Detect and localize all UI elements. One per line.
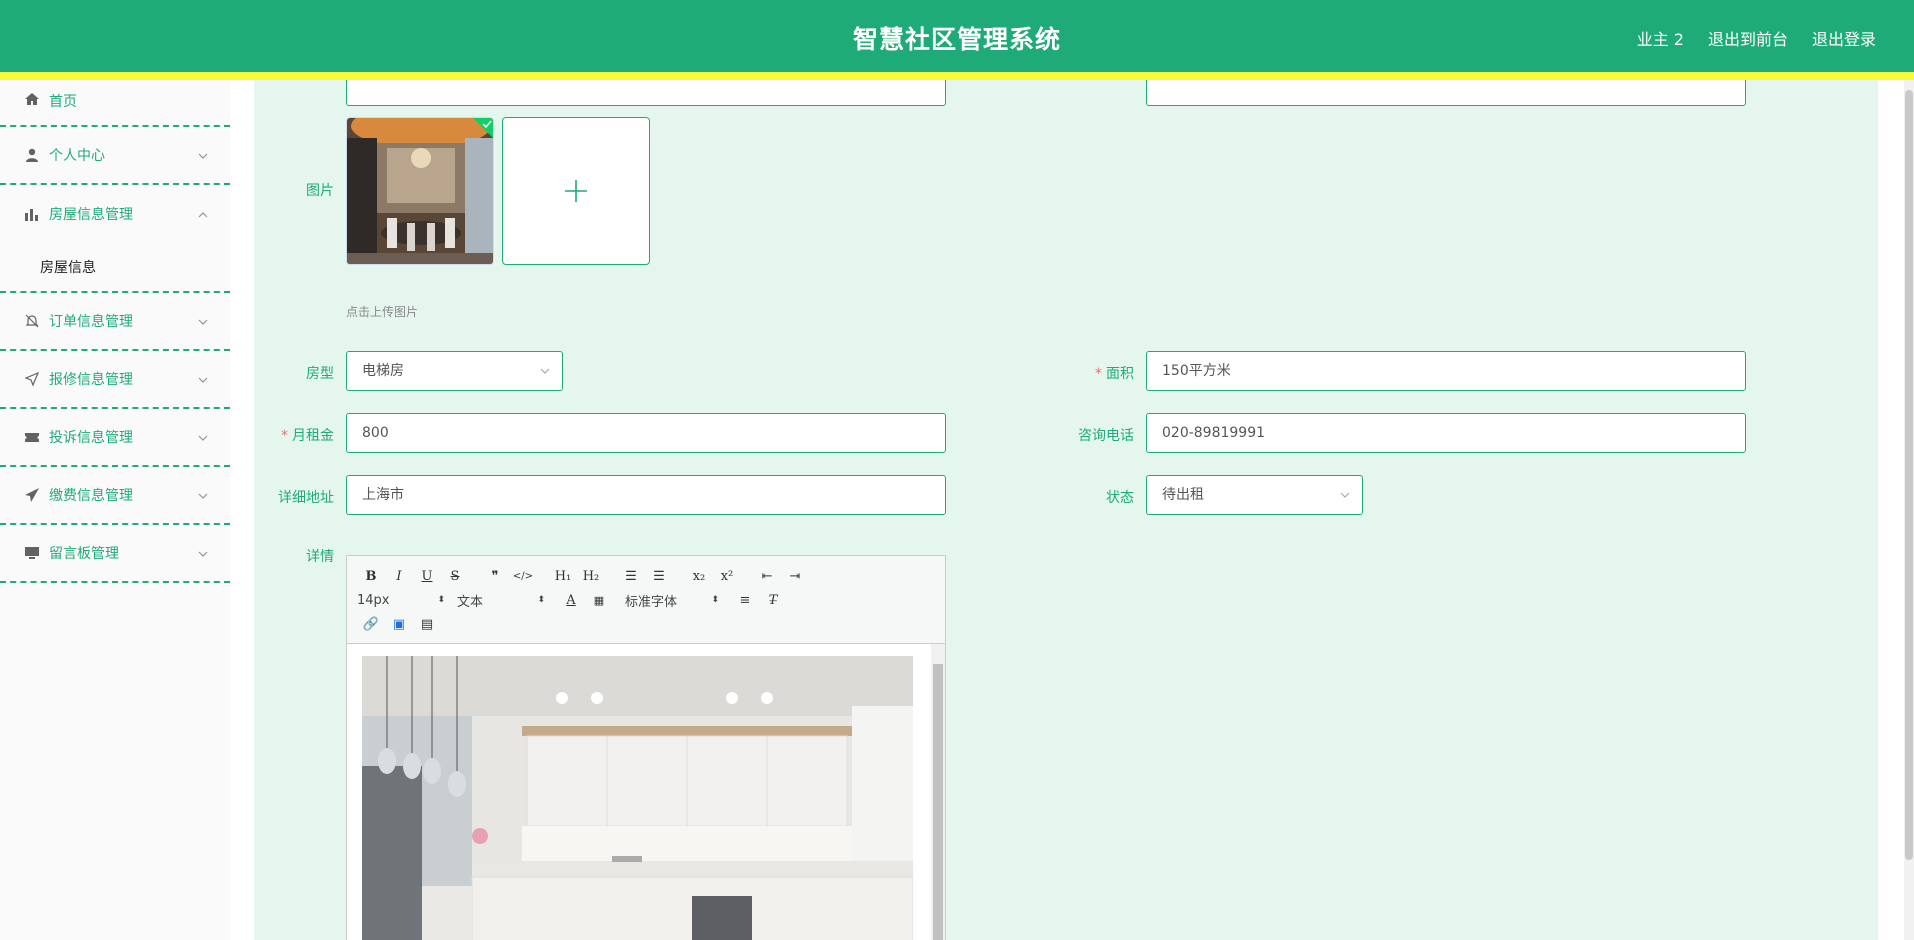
upload-hint: 点击上传图片 xyxy=(346,305,419,319)
current-user[interactable]: 业主 2 xyxy=(1637,26,1684,50)
sidebar-item-messages[interactable]: 留言板管理 xyxy=(0,525,230,583)
sidebar-item-label: 首页 xyxy=(49,94,77,110)
editor-content[interactable] xyxy=(347,644,945,940)
sidebar-item-profile[interactable]: 个人中心 xyxy=(0,127,230,185)
align-icon[interactable]: ≡ xyxy=(731,593,759,608)
paper-plane-icon xyxy=(24,487,40,503)
sidebar-item-complaints[interactable]: 投诉信息管理 xyxy=(0,409,230,467)
header-stripe xyxy=(0,72,1914,80)
font-size-select[interactable]: 14px ⬍ xyxy=(357,593,445,608)
page-scrollbar-thumb[interactable] xyxy=(1905,90,1913,860)
sidebar-item-home[interactable]: 首页 xyxy=(0,80,230,127)
top-header: 智慧社区管理系统 业主 2 退出到前台 退出登录 xyxy=(0,0,1914,72)
subscript-button[interactable]: x₂ xyxy=(685,569,713,584)
bar-chart-icon xyxy=(24,206,40,222)
phone-input[interactable]: 020-89819991 xyxy=(1146,413,1746,453)
sidebar-item-house[interactable]: 房屋信息管理 xyxy=(0,185,230,243)
chevron-down-icon xyxy=(1340,492,1350,498)
rich-text-editor: B I U S ❞ </> H₁ H₂ ☰ ☰ x₂ x² ⇤ ⇥ 14px ⬍… xyxy=(346,555,946,940)
bell-off-icon xyxy=(24,313,40,329)
background-color-icon[interactable]: ▦ xyxy=(585,594,613,607)
code-icon[interactable]: </> xyxy=(509,571,537,582)
sidebar-item-label: 投诉信息管理 xyxy=(49,430,133,446)
ordered-list-icon[interactable]: ☰ xyxy=(617,569,645,584)
sidebar-subitem-house-info[interactable]: 房屋信息 xyxy=(0,243,230,293)
superscript-button[interactable]: x² xyxy=(713,569,741,584)
indent-icon[interactable]: ⇥ xyxy=(781,569,809,584)
editor-toolbar: B I U S ❞ </> H₁ H₂ ☰ ☰ x₂ x² ⇤ ⇥ 14px ⬍… xyxy=(347,556,945,644)
header-links: 业主 2 退出到前台 退出登录 xyxy=(1637,26,1876,50)
chevron-down-icon xyxy=(540,368,550,374)
area-label: * 面积 xyxy=(1095,366,1134,382)
address-input[interactable]: 上海市 xyxy=(346,475,946,515)
strike-button[interactable]: S xyxy=(441,569,469,584)
uploaded-image-thumbnail[interactable] xyxy=(346,117,494,265)
kitchen-image xyxy=(362,656,913,940)
video-icon[interactable]: ▤ xyxy=(413,617,441,632)
page-scrollbar[interactable] xyxy=(1904,80,1914,940)
bold-button[interactable]: B xyxy=(357,569,385,584)
rent-label: * 月租金 xyxy=(281,428,334,444)
logout-link[interactable]: 退出登录 xyxy=(1812,26,1876,50)
home-icon xyxy=(24,91,40,107)
sidebar-item-label: 缴费信息管理 xyxy=(49,488,133,504)
top-right-input[interactable] xyxy=(1146,80,1746,106)
monitor-icon xyxy=(24,545,40,561)
quote-icon[interactable]: ❞ xyxy=(481,569,509,584)
sidebar-item-label: 个人中心 xyxy=(49,148,105,164)
front-page-link[interactable]: 退出到前台 xyxy=(1708,26,1788,50)
rent-input[interactable]: 800 xyxy=(346,413,946,453)
sidebar: 首页 个人中心 房屋信息管理 房屋信息 订单信息管理 报修信息管理 投诉信息管理… xyxy=(0,80,230,940)
house-type-select[interactable]: 电梯房 xyxy=(346,351,563,391)
paragraph-select[interactable]: 文本 ⬍ xyxy=(457,591,545,610)
sidebar-item-label: 订单信息管理 xyxy=(49,314,133,330)
chevron-down-icon xyxy=(198,149,208,159)
chevron-down-icon xyxy=(198,489,208,499)
font-family-select[interactable]: 标准字体 ⬍ xyxy=(625,591,719,610)
house-type-value: 电梯房 xyxy=(362,363,404,379)
h1-button[interactable]: H₁ xyxy=(549,569,577,584)
upload-add-button[interactable] xyxy=(502,117,650,265)
app-title: 智慧社区管理系统 xyxy=(852,25,1061,54)
chevron-down-icon xyxy=(198,547,208,557)
sidebar-item-orders[interactable]: 订单信息管理 xyxy=(0,293,230,351)
house-type-label: 房型 xyxy=(306,366,334,382)
editor-scrollbar-thumb[interactable] xyxy=(933,664,943,940)
chevron-down-icon xyxy=(198,431,208,441)
chevron-down-icon xyxy=(198,315,208,325)
editor-scrollbar[interactable] xyxy=(931,644,945,940)
image-icon[interactable]: ▣ xyxy=(385,617,413,632)
underline-button[interactable]: U xyxy=(413,569,441,584)
user-icon xyxy=(24,147,40,163)
chevron-down-icon xyxy=(198,373,208,383)
form-container: 图片 点击上传图片 房型 电梯房 * 面积 150平方米 * 月租金 800 咨… xyxy=(254,80,1878,940)
status-value: 待出租 xyxy=(1162,487,1204,503)
status-select[interactable]: 待出租 xyxy=(1146,475,1363,515)
plus-icon xyxy=(565,180,587,202)
check-icon xyxy=(473,118,493,138)
font-color-icon[interactable]: A xyxy=(557,593,585,608)
image-label: 图片 xyxy=(306,183,334,199)
area-input[interactable]: 150平方米 xyxy=(1146,351,1746,391)
status-label: 状态 xyxy=(1106,490,1134,506)
ticket-icon xyxy=(24,429,40,445)
sidebar-item-label: 房屋信息管理 xyxy=(49,207,133,223)
clear-format-icon[interactable]: T̶ xyxy=(759,593,787,608)
sidebar-item-label: 报修信息管理 xyxy=(49,372,133,388)
sidebar-item-label: 留言板管理 xyxy=(49,546,119,562)
sidebar-item-repairs[interactable]: 报修信息管理 xyxy=(0,351,230,409)
phone-label: 咨询电话 xyxy=(1078,428,1134,444)
sidebar-item-payments[interactable]: 缴费信息管理 xyxy=(0,467,230,525)
outdent-icon[interactable]: ⇤ xyxy=(753,569,781,584)
address-label: 详细地址 xyxy=(278,490,334,506)
detail-label: 详情 xyxy=(306,549,334,565)
bullet-list-icon[interactable]: ☰ xyxy=(645,569,673,584)
send-icon xyxy=(24,371,40,387)
italic-button[interactable]: I xyxy=(385,569,413,584)
link-icon[interactable]: 🔗 xyxy=(357,617,385,632)
h2-button[interactable]: H₂ xyxy=(577,569,605,584)
top-left-input[interactable] xyxy=(346,80,946,106)
chevron-up-icon xyxy=(198,208,208,218)
